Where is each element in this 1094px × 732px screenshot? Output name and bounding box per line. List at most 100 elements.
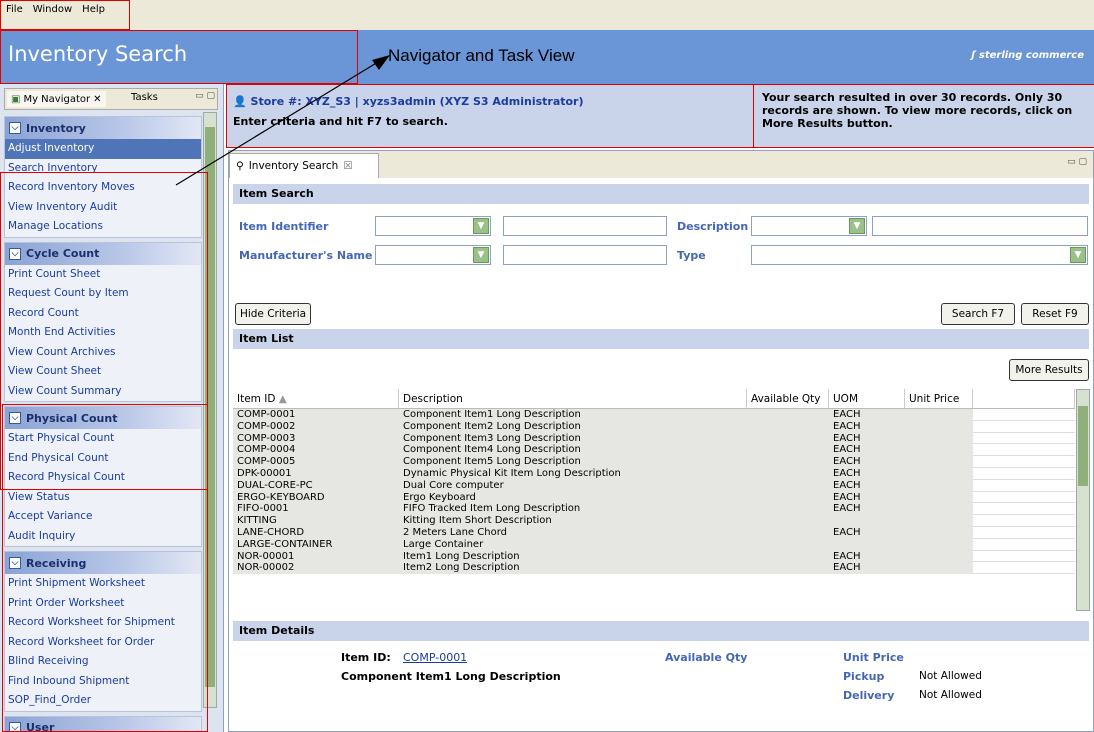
table-cell: [747, 562, 829, 575]
nav-item[interactable]: Adjust Inventory: [5, 139, 201, 159]
table-row[interactable]: DPK-00001 Dynamic Physical Kit Item Long …: [233, 467, 1075, 480]
table-cell-filler: [973, 515, 1075, 527]
table-cell: [905, 444, 973, 457]
minimize-maximize-icon[interactable]: ▭ ▢: [195, 91, 215, 101]
table-cell-filler: [973, 562, 1075, 575]
table-cell: Component Item2 Long Description: [399, 420, 747, 433]
table-cell: [747, 420, 829, 433]
table-cell: EACH: [829, 432, 905, 445]
table-cell: EACH: [829, 550, 905, 563]
table-cell: DUAL-CORE-PC: [233, 479, 399, 492]
table-cell: [747, 491, 829, 504]
table-cell: EACH: [829, 420, 905, 433]
table-row[interactable]: LARGE-CONTAINER Large Container: [233, 538, 1075, 551]
table-cell: [747, 409, 829, 421]
table-scroll-thumb[interactable]: [1078, 406, 1088, 486]
table-row[interactable]: COMP-0002 Component Item2 Long Descriptio…: [233, 420, 1075, 433]
chevron-down-icon[interactable]: ▼: [473, 247, 489, 263]
type-label: Type: [677, 249, 706, 262]
table-cell: [905, 526, 973, 539]
column-available-qty[interactable]: Available Qty: [747, 389, 829, 408]
item-id-link[interactable]: COMP-0001: [403, 651, 467, 664]
table-row[interactable]: COMP-0003 Component Item3 Long Descriptio…: [233, 432, 1075, 445]
table-cell-filler: [973, 456, 1075, 468]
table-cell: [905, 491, 973, 504]
nav-section-header[interactable]: ⌵ Inventory: [5, 117, 201, 139]
table-cell: [747, 444, 829, 457]
table-cell: DPK-00001: [233, 467, 399, 480]
reset-button[interactable]: Reset F9: [1021, 303, 1089, 325]
table-row[interactable]: FIFO-0001 FIFO Tracked Item Long Descript…: [233, 503, 1075, 516]
logo-mark-icon: ʃ: [971, 50, 979, 61]
table-cell-filler: [973, 538, 1075, 551]
table-cell: Dual Core computer: [399, 479, 747, 492]
table-cell: Ergo Keyboard: [399, 491, 747, 504]
table-cell: Component Item4 Long Description: [399, 444, 747, 457]
table-row[interactable]: COMP-0001 Component Item1 Long Descriptio…: [233, 409, 1075, 421]
table-cell: [905, 538, 973, 551]
table-cell: Dynamic Physical Kit Item Long Descripti…: [399, 467, 747, 480]
table-cell: EACH: [829, 467, 905, 480]
chevron-down-icon[interactable]: ▼: [849, 218, 865, 234]
tab-my-navigator-label: My Navigator: [23, 93, 91, 105]
search-hint: Enter criteria and hit F7 to search.: [233, 115, 448, 128]
table-cell: EACH: [829, 526, 905, 539]
table-cell: LARGE-CONTAINER: [233, 538, 399, 551]
column-item-id[interactable]: Item ID ▲: [233, 389, 399, 408]
table-row[interactable]: KITTING Kitting Item Short Description: [233, 515, 1075, 527]
search-result-message: Your search resulted in over 30 records.…: [753, 85, 1094, 147]
type-select[interactable]: ▼: [751, 245, 1088, 265]
sort-ascending-icon: ▲: [278, 393, 287, 405]
pickup-value: Not Allowed: [919, 670, 982, 682]
table-row[interactable]: NOR-00001 Item1 Long Description EACH: [233, 550, 1075, 563]
callout-label: Navigator and Task View: [388, 46, 575, 65]
tab-inventory-search[interactable]: ⚲ Inventory Search ☒: [229, 153, 379, 178]
item-identifier-qualifier-select[interactable]: ▼: [375, 216, 491, 236]
close-icon[interactable]: ☒: [343, 160, 352, 172]
table-cell: [747, 526, 829, 539]
minimize-maximize-icon[interactable]: ▭ ▢: [1067, 157, 1087, 167]
table-cell: FIFO Tracked Item Long Description: [399, 503, 747, 516]
editor-tabstrip: ⚲ Inventory Search ☒ ▭ ▢: [229, 151, 1093, 178]
table-cell-filler: [973, 444, 1075, 457]
table-cell: [747, 550, 829, 563]
table-row[interactable]: NOR-00002 Item2 Long Description EACH: [233, 562, 1075, 575]
table-cell: Kitting Item Short Description: [399, 515, 747, 527]
collapse-icon[interactable]: ⌵: [9, 122, 21, 134]
table-row[interactable]: COMP-0004 Component Item4 Long Descriptio…: [233, 444, 1075, 457]
pickup-label: Pickup: [843, 670, 885, 683]
user-icon: 👤: [233, 95, 247, 108]
column-unit-price[interactable]: Unit Price: [905, 389, 973, 408]
more-results-button[interactable]: More Results: [1009, 359, 1089, 381]
table-cell: COMP-0001: [233, 409, 399, 421]
table-row[interactable]: LANE-CHORD 2 Meters Lane Chord EACH: [233, 526, 1075, 539]
hide-criteria-button[interactable]: Hide Criteria: [235, 303, 311, 325]
tab-tasks[interactable]: Tasks: [127, 91, 162, 104]
item-list-table: Item ID ▲ Description Available Qty UOM …: [233, 389, 1090, 611]
manufacturer-qualifier-select[interactable]: ▼: [375, 245, 491, 265]
table-cell: [747, 456, 829, 468]
column-uom[interactable]: UOM: [829, 389, 905, 408]
store-info-text: Store #: XYZ_S3 | xyzs3admin (XYZ S3 Adm…: [250, 95, 584, 108]
table-cell: KITTING: [233, 515, 399, 527]
table-row[interactable]: DUAL-CORE-PC Dual Core computer EACH: [233, 479, 1075, 492]
tab-my-navigator[interactable]: ▣ My Navigator ✕: [7, 91, 106, 107]
item-details-header: Item Details: [233, 621, 1089, 641]
description-input[interactable]: [872, 216, 1088, 236]
chevron-down-icon[interactable]: ▼: [473, 218, 489, 234]
table-cell: NOR-00001: [233, 550, 399, 563]
table-row[interactable]: ERGO-KEYBOARD Ergo Keyboard EACH: [233, 491, 1075, 504]
manufacturer-input[interactable]: [503, 245, 667, 265]
table-cell-filler: [973, 467, 1075, 480]
item-list-header: Item List: [233, 329, 1089, 349]
search-button[interactable]: Search F7: [941, 303, 1015, 325]
close-icon[interactable]: ✕: [93, 94, 101, 105]
column-description[interactable]: Description: [399, 389, 747, 408]
table-cell: [905, 432, 973, 445]
table-cell: [905, 409, 973, 421]
table-scrollbar[interactable]: [1076, 389, 1090, 611]
description-qualifier-select[interactable]: ▼: [751, 216, 867, 236]
item-identifier-input[interactable]: [503, 216, 667, 236]
table-row[interactable]: COMP-0005 Component Item5 Long Descriptio…: [233, 456, 1075, 468]
chevron-down-icon[interactable]: ▼: [1070, 247, 1086, 263]
